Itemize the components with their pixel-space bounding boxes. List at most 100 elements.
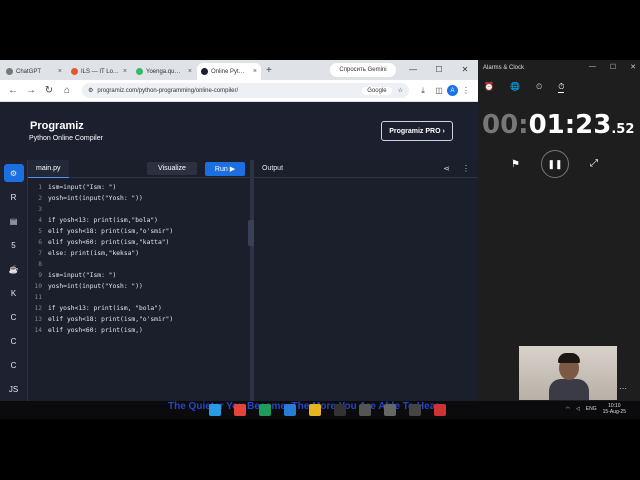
code-line[interactable]: 1 ism=input("Ism: ") [28, 182, 250, 193]
forward-icon[interactable]: → [22, 85, 40, 96]
file-tab-main-py[interactable]: main.py [28, 159, 69, 178]
js-icon[interactable]: JS [4, 380, 24, 398]
programiz-logo[interactable]: Programiz [30, 120, 84, 132]
close-button[interactable]: ✕ [452, 60, 478, 80]
code-line[interactable]: 7 else: print(ism,"keksa") [28, 248, 250, 259]
close-icon[interactable]: × [123, 68, 127, 75]
java-icon[interactable]: ☕ [4, 260, 24, 278]
code-text: ism=input("Ism: ") [48, 272, 117, 279]
line-number: 2 [38, 195, 42, 202]
c-icon[interactable]: C [4, 308, 24, 326]
language-indicator[interactable]: ENG [586, 406, 597, 412]
kotlin-icon[interactable]: K [4, 284, 24, 302]
lap-flag-icon[interactable]: ⚑ [511, 159, 520, 170]
line-number: 6 [38, 239, 42, 246]
line-number: 13 [34, 316, 42, 323]
close-icon[interactable]: × [253, 68, 257, 75]
code-line[interactable]: 11 [28, 292, 250, 303]
tab-yoenga[interactable]: Yoenga.qu… × [132, 63, 196, 80]
download-icon[interactable]: ⤓ [415, 86, 431, 96]
sql-icon[interactable]: ▤ [4, 212, 24, 230]
code-line[interactable]: 8 [28, 259, 250, 270]
app-icon[interactable] [234, 404, 246, 416]
code-text: elif yosh<60: print(ism,) [48, 327, 143, 334]
extensions-icon[interactable]: ◫ [431, 86, 447, 95]
share-icon[interactable]: ⋖ [443, 164, 450, 173]
app-icon[interactable] [259, 404, 271, 416]
cpp-icon[interactable]: C [4, 332, 24, 350]
browser-window: ChatGPT × ILS — IT Lo… × Yoenga.qu… × Onlin… [0, 60, 478, 401]
close-icon[interactable]: × [58, 68, 62, 75]
stopwatch-time: 00:01:23.52 [482, 110, 634, 140]
new-tab-button[interactable]: + [266, 65, 272, 76]
alarm-icon[interactable]: ⏰ [484, 82, 494, 93]
search-engine-chip[interactable]: Google [362, 86, 392, 95]
code-text: else: print(ism,"keksa") [48, 250, 139, 257]
volume-icon[interactable]: ◁ [576, 406, 580, 412]
code-line[interactable]: 6 elif yosh<60: print(ism,"katta") [28, 237, 250, 248]
settings-icon[interactable] [359, 404, 371, 416]
minimize-button[interactable]: — [400, 60, 426, 80]
code-line[interactable]: 12 if yosh<13: print(ism, "bola") [28, 303, 250, 314]
tab-ils[interactable]: ILS — IT Lo… × [67, 63, 131, 80]
menu-icon[interactable]: ⋮ [458, 86, 474, 95]
expand-icon[interactable]: ⤢ [590, 158, 598, 169]
vscode-icon[interactable] [284, 404, 296, 416]
close-button[interactable]: ✕ [630, 63, 636, 71]
code-line[interactable]: 14 elif yosh<60: print(ism,) [28, 325, 250, 336]
code-line[interactable]: 2 yosh=int(input("Yosh: ")) [28, 193, 250, 204]
python-icon[interactable]: ⚙ [3, 164, 24, 182]
html-icon[interactable]: 5 [4, 236, 24, 254]
tab-chatgpt[interactable]: ChatGPT × [2, 63, 66, 80]
terminal-icon[interactable] [334, 404, 346, 416]
r-icon[interactable]: R [4, 188, 24, 206]
minimize-button[interactable]: — [589, 63, 596, 71]
profile-avatar[interactable]: A [447, 85, 458, 96]
csharp-icon[interactable]: C [4, 356, 24, 374]
code-line[interactable]: 10 yosh=int(input("Yosh: ")) [28, 281, 250, 292]
site-icon [71, 68, 78, 75]
address-bar[interactable]: ⚙ programiz.com/python-programming/onlin… [82, 83, 409, 98]
code-line[interactable]: 5 elif yosh<18: print(ism,"o'smir") [28, 226, 250, 237]
code-line[interactable]: 9 ism=input("Ism: ") [28, 270, 250, 281]
output-toolbar: Output ⋖ ⋮ [254, 160, 478, 178]
tab-online-python[interactable]: Online Pyt… × [197, 63, 261, 80]
editor-toolbar: main.py Visualize Run ▶ [28, 159, 250, 178]
timer-icon[interactable]: ⏲ [536, 82, 542, 93]
programiz-pro-button[interactable]: Programiz PRO › [381, 121, 453, 141]
taskbar: The Quieter You Become, The More You Are… [0, 401, 640, 419]
code-text: if yosh<13: print(ism,"bola") [48, 217, 158, 224]
home-icon[interactable]: ⌂ [58, 85, 76, 96]
line-number: 11 [34, 294, 42, 301]
code-line[interactable]: 3 [28, 204, 250, 215]
close-icon[interactable]: × [188, 68, 192, 75]
bookmark-star-icon[interactable]: ☆ [398, 87, 403, 94]
line-number: 8 [38, 261, 42, 268]
gemini-button[interactable]: Спросить Gemini [330, 63, 396, 77]
maximize-button[interactable]: ☐ [426, 60, 452, 80]
line-number: 5 [38, 228, 42, 235]
site-info-icon[interactable]: ⚙ [88, 87, 93, 94]
clock-app-icon[interactable] [409, 404, 421, 416]
code-line[interactable]: 4 if yosh<13: print(ism,"bola") [28, 215, 250, 226]
app-icon[interactable] [384, 404, 396, 416]
tab-label: ChatGPT [16, 68, 42, 75]
stopwatch-icon[interactable]: ⏱ [558, 82, 565, 93]
code-line[interactable]: 13 elif yosh<18: print(ism,"o'smir") [28, 314, 250, 325]
code-area[interactable]: 1 ism=input("Ism: ") 2 yosh=int(input("Yosh… [28, 178, 250, 336]
wifi-icon[interactable]: ◠ [566, 406, 570, 412]
maximize-button[interactable]: ☐ [610, 63, 616, 71]
pause-button[interactable]: ❚❚ [541, 150, 569, 178]
visualize-button[interactable]: Visualize [147, 162, 197, 175]
back-icon[interactable]: ← [4, 85, 22, 96]
recorder-icon[interactable] [434, 404, 446, 416]
tray-clock[interactable]: 10:10 15-Aug-25 [603, 403, 626, 415]
more-icon[interactable]: ⋯ [619, 384, 627, 393]
chrome-icon[interactable] [309, 404, 321, 416]
more-icon[interactable]: ⋮ [462, 164, 470, 173]
telegram-icon[interactable] [209, 404, 221, 416]
run-button[interactable]: Run ▶ [205, 161, 245, 176]
world-clock-icon[interactable]: 🌐 [510, 82, 520, 93]
reload-icon[interactable]: ↻ [40, 85, 58, 96]
line-number: 4 [38, 217, 42, 224]
